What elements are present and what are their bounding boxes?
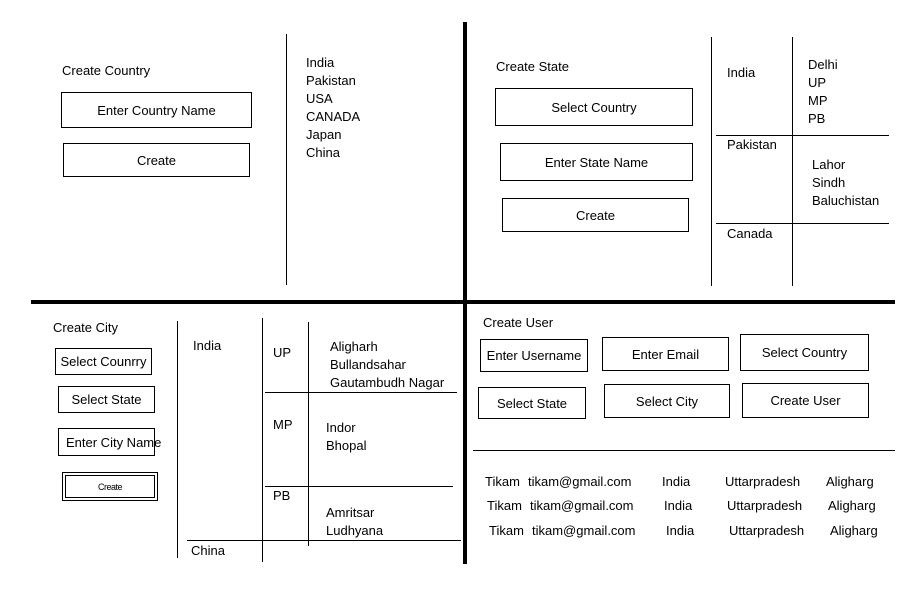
list-item: Bhopal	[326, 438, 367, 453]
state-table-states: Lahor Sindh Baluchistan	[812, 156, 879, 210]
city-table-state: MP	[273, 417, 293, 432]
city-name-input[interactable]: Enter City Name	[58, 428, 161, 456]
list-item: Baluchistan	[812, 193, 880, 208]
country-name-input[interactable]: Enter Country Name	[61, 92, 252, 128]
list-item: India	[306, 55, 335, 70]
city-panel-title: Create City	[53, 320, 119, 335]
horizontal-divider	[31, 300, 895, 304]
state-table-left-border	[711, 37, 712, 286]
table-row: Tikam tikam@gmail.com India Uttarpradesh…	[0, 474, 923, 492]
country-panel-title: Create Country	[62, 63, 151, 78]
user-email: tikam@gmail.com	[528, 474, 632, 489]
state-table-country: India	[727, 65, 756, 80]
list-item: China	[306, 145, 340, 160]
user-select-city[interactable]: Select City	[604, 384, 730, 418]
username-input[interactable]: Enter Username	[480, 339, 588, 372]
list-item: Bullandsahar	[330, 357, 406, 372]
table-row: Tikam tikam@gmail.com India Uttarpradesh…	[0, 523, 923, 541]
state-table-country: Pakistan	[727, 137, 777, 152]
city-table-row-divider	[265, 392, 457, 393]
table-row: Tikam tikam@gmail.com India Uttarpradesh…	[0, 498, 923, 516]
state-table-states: Delhi UP MP PB	[808, 56, 838, 128]
user-state: Uttarpradesh	[725, 474, 801, 489]
user-city: Aligharg	[826, 474, 874, 489]
create-country-button[interactable]: Create	[63, 143, 250, 177]
city-table-country: China	[191, 543, 225, 558]
state-table-row-divider	[716, 135, 889, 136]
email-input[interactable]: Enter Email	[602, 337, 729, 371]
user-country: India	[662, 474, 691, 489]
user-table-top-border	[473, 450, 895, 451]
user-city: Aligharg	[830, 523, 878, 538]
user-name: Tikam	[487, 498, 522, 513]
city-select-state[interactable]: Select State	[58, 386, 155, 413]
user-email: tikam@gmail.com	[532, 523, 636, 538]
list-item: Lahor	[812, 157, 846, 172]
state-select-country[interactable]: Select Country	[495, 88, 693, 126]
user-panel-title: Create User	[483, 315, 554, 330]
list-item: UP	[808, 75, 827, 90]
user-state: Uttarpradesh	[727, 498, 803, 513]
user-name: Tikam	[489, 523, 524, 538]
state-panel-title: Create State	[496, 59, 569, 74]
country-list: India Pakistan USA CANADA Japan China	[306, 54, 360, 162]
user-state: Uttarpradesh	[729, 523, 805, 538]
user-country: India	[664, 498, 693, 513]
user-name: Tikam	[485, 474, 520, 489]
country-list-divider	[286, 34, 287, 285]
user-city: Aligharg	[828, 498, 876, 513]
create-user-button[interactable]: Create User	[742, 383, 869, 418]
state-table-column-divider	[792, 37, 793, 286]
city-table-cities: Indor Bhopal	[326, 419, 366, 455]
state-table-country: Canada	[727, 226, 773, 241]
city-table-country: India	[193, 338, 222, 353]
list-item: Delhi	[808, 57, 838, 72]
user-select-country[interactable]: Select Country	[740, 334, 869, 371]
list-item: Aligharh	[330, 339, 378, 354]
list-item: Indor	[326, 420, 356, 435]
list-item: PB	[808, 111, 826, 126]
state-table-row-divider	[716, 223, 889, 224]
user-country: India	[666, 523, 695, 538]
city-table-cities: Aligharh Bullandsahar Gautambudh Nagar	[330, 338, 444, 392]
list-item: Japan	[306, 127, 342, 142]
city-table-state: UP	[273, 345, 292, 360]
create-state-button[interactable]: Create	[502, 198, 689, 232]
list-item: CANADA	[306, 109, 361, 124]
state-name-input[interactable]: Enter State Name	[500, 143, 693, 181]
list-item: Pakistan	[306, 73, 356, 88]
user-select-state[interactable]: Select State	[478, 387, 586, 419]
user-email: tikam@gmail.com	[530, 498, 634, 513]
city-select-country[interactable]: Select Counrry	[55, 348, 152, 375]
list-item: USA	[306, 91, 333, 106]
list-item: MP	[808, 93, 828, 108]
list-item: Gautambudh Nagar	[330, 375, 445, 390]
list-item: Sindh	[812, 175, 846, 190]
